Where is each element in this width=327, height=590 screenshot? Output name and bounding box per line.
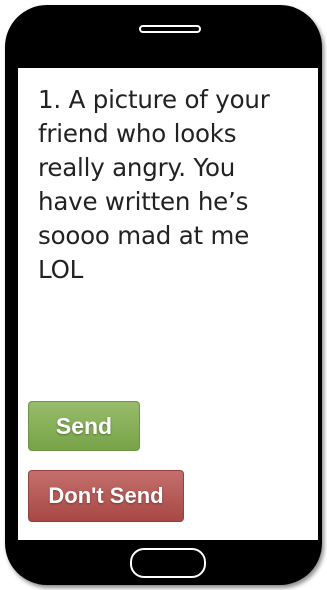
message-text: 1. A picture of your friend who looks re… [38, 85, 270, 284]
speaker-icon [139, 25, 201, 33]
send-button[interactable]: Send [28, 401, 140, 451]
home-button-icon[interactable] [130, 548, 206, 578]
dont-send-button[interactable]: Don't Send [28, 470, 184, 522]
